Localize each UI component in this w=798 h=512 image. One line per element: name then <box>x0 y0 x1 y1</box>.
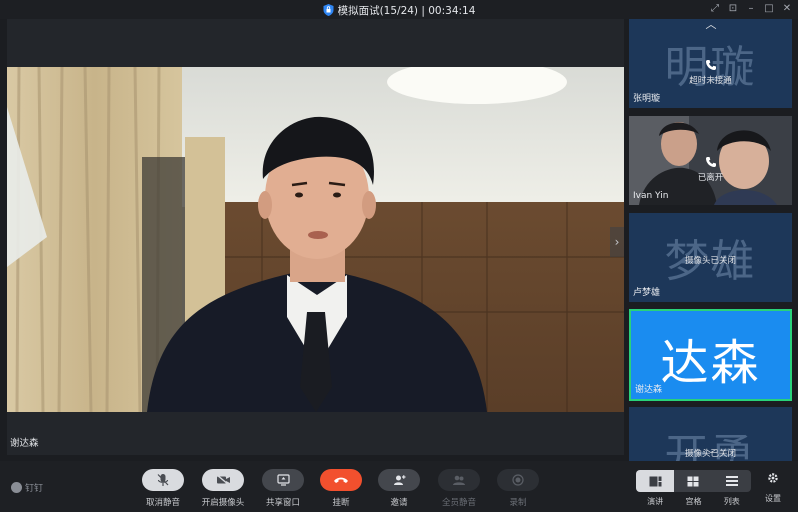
record-icon <box>512 474 524 486</box>
chevron-down-icon[interactable]: ﹀ <box>703 451 719 461</box>
brand-name: 钉钉 <box>25 484 44 494</box>
fullscreen-icon[interactable]: ⤢ <box>710 3 720 14</box>
settings-button[interactable]: 设置 <box>762 472 784 504</box>
layout-labels: 演讲 宫格 列表 <box>636 496 751 507</box>
title-bar: 模拟面试(15/24) | 00:34:14 ⤢ ⊡ – □ ✕ <box>0 0 798 19</box>
participant-tile[interactable]: 已离开 Ivan Yin <box>629 116 792 205</box>
brand-logo: 钉钉 <box>11 481 43 494</box>
layout-list-label: 列表 <box>723 497 740 506</box>
meeting-title: 模拟面试(15/24) | 00:34:14 <box>337 5 476 17</box>
close-icon[interactable]: ✕ <box>782 3 792 14</box>
invite-icon <box>393 475 405 485</box>
unmute-button[interactable]: 取消静音 <box>141 469 185 508</box>
list-layout-icon <box>725 476 738 486</box>
unmute-label: 取消静音 <box>145 498 180 508</box>
participant-tile[interactable]: 明璇 超时未接通 张明璇 <box>629 19 792 108</box>
microphone-icon <box>157 474 169 486</box>
participant-name: 谢达森 <box>635 385 663 395</box>
shield-icon <box>323 4 334 16</box>
layout-grid-button[interactable] <box>674 470 712 492</box>
layout-grid-label: 宫格 <box>685 497 702 506</box>
minimize-icon[interactable]: – <box>746 3 756 14</box>
speaker-video-frame <box>7 67 624 412</box>
hang-up-label: 挂断 <box>332 498 350 508</box>
participant-name: Ivan Yin <box>633 191 669 201</box>
settings-label: 设置 <box>765 494 781 503</box>
gear-icon <box>768 473 778 483</box>
grid-layout-icon <box>687 476 699 486</box>
layout-switcher <box>636 470 751 492</box>
participant-name: 卢梦雄 <box>633 288 661 298</box>
window-title: 模拟面试(15/24) | 00:34:14 <box>0 3 798 18</box>
camera-icon <box>216 474 230 486</box>
participant-status: 已离开 <box>697 173 724 183</box>
chevron-up-icon[interactable]: ︿ <box>703 19 719 31</box>
maximize-icon[interactable]: □ <box>764 3 774 14</box>
share-window-label: 共享窗口 <box>265 498 300 508</box>
participant-tile-active[interactable]: 达森 谢达森 <box>629 309 792 401</box>
pin-icon[interactable]: ⊡ <box>728 3 738 14</box>
record-button[interactable]: 录制 <box>497 469 539 508</box>
speaker-name-label: 谢达森 <box>10 438 39 449</box>
layout-speaker-button[interactable] <box>636 470 675 492</box>
phone-icon <box>706 60 716 70</box>
share-window-button[interactable]: 共享窗口 <box>262 469 304 508</box>
participant-name: 张明璇 <box>633 94 661 104</box>
camera-button[interactable]: 开启摄像头 <box>199 469 247 508</box>
participant-status: 摄像头已关闭 <box>684 256 736 266</box>
meeting-toolbar: 钉钉 取消静音 开启摄像头 共享窗口 挂断 邀请 全员静音 录制 演讲 宫格 列… <box>0 461 798 512</box>
phone-icon <box>706 157 716 167</box>
main-stage: › 谢达森 <box>7 19 624 455</box>
chevron-right-icon[interactable]: › <box>610 227 624 257</box>
speaker-video[interactable] <box>7 67 624 412</box>
camera-label: 开启摄像头 <box>201 498 245 508</box>
participant-tile[interactable]: 梦雄 摄像头已关闭 卢梦雄 <box>629 213 792 302</box>
invite-button[interactable]: 邀请 <box>378 469 420 508</box>
window-controls: ⤢ ⊡ – □ ✕ <box>710 3 792 14</box>
record-label: 录制 <box>509 498 527 508</box>
hang-up-icon <box>334 477 348 483</box>
mute-all-icon <box>453 475 465 485</box>
invite-label: 邀请 <box>390 498 408 508</box>
layout-list-button[interactable] <box>713 470 751 492</box>
layout-speaker-label: 演讲 <box>647 497 664 506</box>
share-window-icon <box>276 474 290 486</box>
hang-up-button[interactable]: 挂断 <box>320 469 362 508</box>
dingtalk-icon <box>11 482 22 493</box>
participant-status: 超时未接通 <box>689 76 732 86</box>
mute-all-button[interactable]: 全员静音 <box>437 469 481 508</box>
speaker-layout-icon <box>649 476 662 486</box>
mute-all-label: 全员静音 <box>441 498 476 508</box>
participant-panel: 明璇 超时未接通 张明璇 已离开 Ivan Yin 梦雄 摄像头已关闭 卢梦雄 … <box>627 19 798 461</box>
